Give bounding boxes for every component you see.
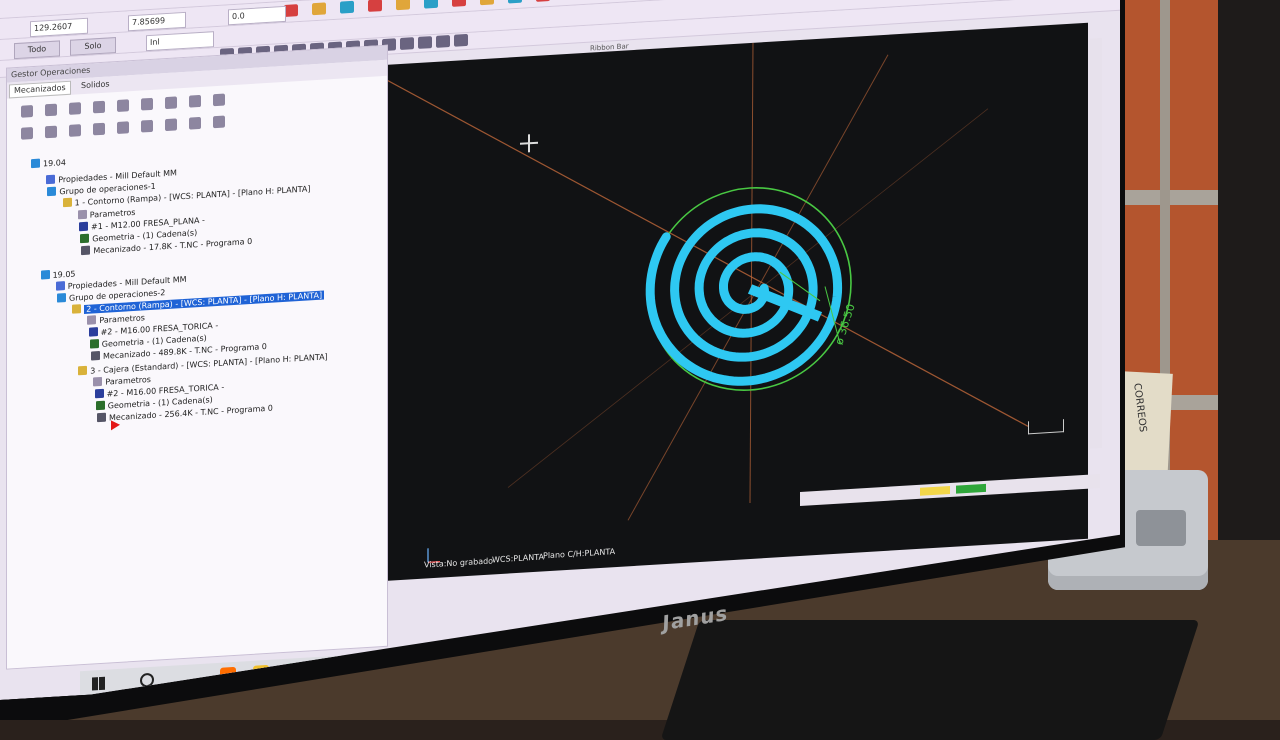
- toolbar-tool-icon[interactable]: [312, 2, 326, 15]
- panel-tool-icon[interactable]: [93, 123, 105, 136]
- tree-node-icon: [78, 366, 87, 376]
- solo-button[interactable]: Solo: [70, 37, 116, 56]
- tree-item-label: Parametros: [90, 208, 136, 220]
- panel-tool-icon[interactable]: [21, 127, 33, 140]
- dark-post: [1218, 0, 1280, 560]
- toolbar-tool-icon[interactable]: [368, 0, 382, 12]
- toolbar-tool-icon[interactable]: [418, 36, 432, 49]
- tab-solidos[interactable]: Solidos: [77, 78, 114, 92]
- axis-line: [388, 36, 1028, 465]
- tree-node-icon: [79, 222, 88, 232]
- status-indicator-yellow: [920, 486, 950, 496]
- tree-node-icon: [97, 413, 106, 423]
- panel-tool-icon[interactable]: [117, 99, 129, 112]
- tree-node-icon: [89, 327, 98, 337]
- toolbar-tool-icon[interactable]: [436, 35, 450, 48]
- panel-tool-icon[interactable]: [69, 102, 81, 115]
- tree-node-icon: [47, 187, 56, 197]
- tree-node-icon: [80, 234, 89, 244]
- tab-mecanizados[interactable]: Mecanizados: [9, 81, 71, 99]
- toolbar-tool-icon[interactable]: [424, 0, 438, 9]
- tree-node-icon: [95, 389, 104, 399]
- panel-tool-icon[interactable]: [213, 116, 225, 129]
- toolbar-tool-icon[interactable]: [452, 0, 466, 7]
- axis-line: [750, 43, 753, 503]
- panel-tool-icon[interactable]: [141, 98, 153, 111]
- panel-tool-icon[interactable]: [21, 105, 33, 118]
- case-latch: [1136, 510, 1186, 546]
- tree-node-icon: [56, 281, 65, 291]
- panel-tool-icon[interactable]: [189, 95, 201, 108]
- windows-start-icon[interactable]: [92, 677, 105, 691]
- panel-tool-icon[interactable]: [189, 117, 201, 130]
- operations-tree: 19.04Propiedades - Mill Default MMGrupo …: [7, 138, 387, 161]
- tree-node-icon: [87, 315, 96, 325]
- tree-node-icon: [31, 159, 40, 169]
- tree-node-icon: [41, 270, 50, 280]
- tree-item-label: 19.05: [53, 269, 76, 279]
- tree-node-icon: [96, 401, 105, 411]
- cad-drawing: ø 36.50: [388, 23, 1088, 581]
- panel-tool-icon[interactable]: [45, 104, 57, 117]
- panel-tool-icon[interactable]: [117, 121, 129, 134]
- toolbar-tool-icon[interactable]: [284, 4, 298, 17]
- spiral-toolpath: [650, 204, 837, 387]
- scale-bar: [1028, 419, 1064, 434]
- operations-manager-panel: Gestor Operaciones Mecanizados Solidos 1…: [6, 45, 388, 670]
- tree-node-icon: [78, 210, 87, 220]
- toolbar-tool-icon[interactable]: [400, 37, 414, 50]
- status-indicator-green: [956, 484, 986, 494]
- tree-node-icon: [91, 351, 100, 361]
- right-side-toolbar[interactable]: [1090, 38, 1102, 449]
- graphics-viewport[interactable]: ø 36.50 Vista:No grabado WCS:PLANTA Plan…: [388, 23, 1088, 581]
- insert-arrow-icon[interactable]: [111, 420, 120, 431]
- panel-tool-icon[interactable]: [45, 126, 57, 139]
- toolbar-tool-icon[interactable]: [454, 34, 468, 47]
- tree-item-label: Parametros: [99, 313, 145, 325]
- toolbar-tool-icon[interactable]: [396, 0, 410, 10]
- panel-tool-icon[interactable]: [141, 120, 153, 133]
- tree-item[interactable]: 19.05: [41, 268, 76, 281]
- crosshair-cursor: [520, 134, 538, 153]
- tree-item[interactable]: 19.04: [31, 157, 66, 170]
- panel-tool-icon[interactable]: [213, 94, 225, 107]
- panel-tool-icon[interactable]: [93, 101, 105, 114]
- tree-item-label: Parametros: [105, 375, 151, 387]
- panel-tool-icon[interactable]: [165, 96, 177, 109]
- todo-button[interactable]: Todo: [14, 40, 60, 59]
- tree-item-label: 19.04: [43, 158, 66, 168]
- panel-tool-icon[interactable]: [165, 118, 177, 131]
- axis-line: [508, 109, 988, 488]
- tree-node-icon: [57, 293, 66, 303]
- tree-node-icon: [90, 339, 99, 349]
- keyboard[interactable]: [661, 620, 1200, 740]
- tree-node-icon: [63, 198, 72, 208]
- card-text: CORREOS: [1131, 383, 1148, 433]
- tree-node-icon: [81, 246, 90, 256]
- tree-node-icon: [46, 175, 55, 185]
- tree-node-icon: [93, 377, 102, 387]
- toolbar-tool-icon[interactable]: [480, 0, 494, 5]
- panel-tool-icon[interactable]: [69, 124, 81, 137]
- toolbar-tool-icon[interactable]: [340, 1, 354, 14]
- tree-node-icon: [72, 304, 81, 314]
